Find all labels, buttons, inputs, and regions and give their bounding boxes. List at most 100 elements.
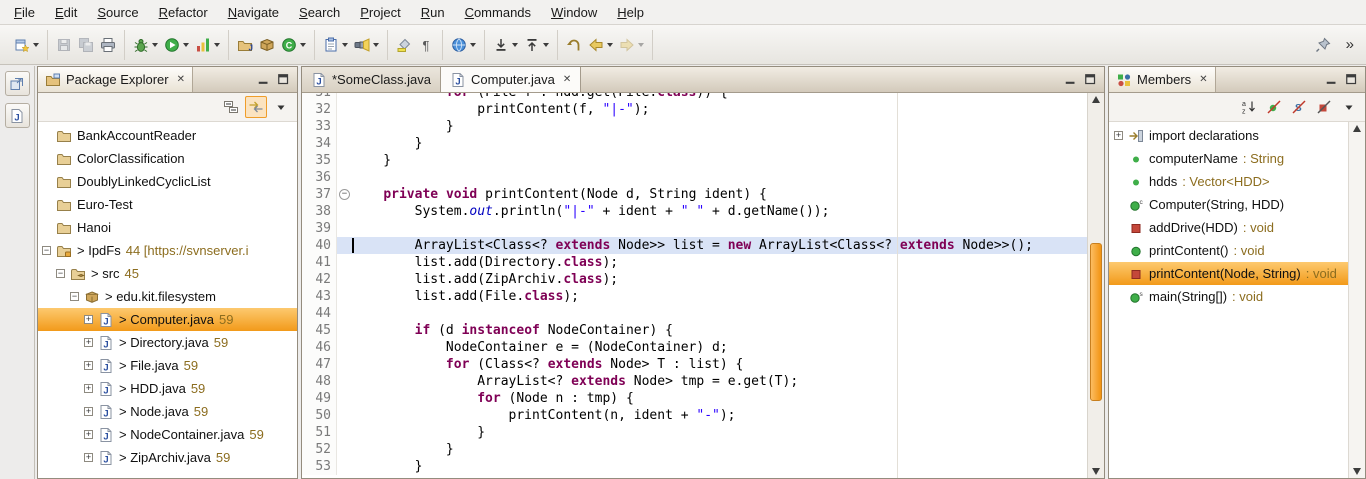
tree-item-doublylinkedcycliclist[interactable]: DoublyLinkedCyclicList <box>38 170 297 193</box>
tree-item-computer-java[interactable]: +J> Computer.java59 <box>38 308 297 331</box>
expand-icon[interactable]: + <box>1114 131 1123 140</box>
code-line-48[interactable]: 48 ArrayList<? extends Node> tmp = e.get… <box>302 373 1087 390</box>
last-edit-location-button[interactable] <box>563 34 585 56</box>
code-line-44[interactable]: 44 <box>302 305 1087 322</box>
member-item-hdds[interactable]: hdds : Vector<HDD> <box>1109 170 1348 193</box>
open-task-dropdown-icon[interactable] <box>342 43 348 47</box>
close-icon[interactable]: ✕ <box>174 74 185 85</box>
member-item-main-string[interactable]: smain(String[]) : void <box>1109 285 1348 308</box>
open-task-button[interactable] <box>320 34 351 56</box>
tree-item-ipdfs[interactable]: −> IpdFs44 [https://svnserver.i <box>38 239 297 262</box>
close-icon[interactable]: ✕ <box>560 74 571 85</box>
code-line-43[interactable]: 43 list.add(File.class); <box>302 288 1087 305</box>
fold-collapse-icon[interactable]: − <box>339 189 350 200</box>
new-class-button[interactable]: C <box>278 34 309 56</box>
code-line-46[interactable]: 46 NodeContainer e = (NodeContainer) d; <box>302 339 1087 356</box>
minimize-icon[interactable] <box>255 71 273 89</box>
expand-icon[interactable]: + <box>84 384 93 393</box>
menu-search[interactable]: Search <box>289 2 350 23</box>
close-icon[interactable]: ✕ <box>1196 74 1207 85</box>
view-menu-button[interactable] <box>270 96 292 118</box>
minimize-icon[interactable] <box>1323 71 1341 89</box>
toggle-mark-occurrences-button[interactable] <box>393 34 415 56</box>
tree-item-euro-test[interactable]: Euro-Test <box>38 193 297 216</box>
members-tab[interactable]: Members ✕ <box>1109 67 1216 92</box>
tree-item-colorclassification[interactable]: ColorClassification <box>38 147 297 170</box>
code-line-31[interactable]: 31 for (File f : hdd.get(File.class)) { <box>302 93 1087 101</box>
code-line-41[interactable]: 41 list.add(Directory.class); <box>302 254 1087 271</box>
scroll-down-icon[interactable] <box>1353 468 1361 475</box>
tree-item-ziparchiv-java[interactable]: +J> ZipArchiv.java59 <box>38 446 297 469</box>
code-line-40[interactable]: 40 ArrayList<Class<? extends Node>> list… <box>302 237 1087 254</box>
maximize-icon[interactable] <box>1082 71 1100 89</box>
debug-button[interactable] <box>130 34 161 56</box>
run-dropdown-icon[interactable] <box>183 43 189 47</box>
menu-file[interactable]: File <box>4 2 45 23</box>
restore-views-button[interactable] <box>5 71 30 96</box>
code-line-52[interactable]: 52 } <box>302 441 1087 458</box>
show-whitespace-button[interactable]: ¶ <box>415 34 437 56</box>
members-scrollbar[interactable] <box>1348 122 1365 478</box>
menu-project[interactable]: Project <box>350 2 410 23</box>
next-annotation-button[interactable] <box>490 34 521 56</box>
member-item-computer-string-hdd[interactable]: cComputer(String, HDD) <box>1109 193 1348 216</box>
menu-commands[interactable]: Commands <box>455 2 541 23</box>
hide-static-button[interactable]: S <box>1288 96 1310 118</box>
member-item-printcontent-node-string[interactable]: printContent(Node, String) : void <box>1109 262 1348 285</box>
maximize-icon[interactable] <box>1343 71 1361 89</box>
java-editor-button[interactable]: J <box>5 103 30 128</box>
new-wizard-dropdown-icon[interactable] <box>33 43 39 47</box>
debug-dropdown-icon[interactable] <box>152 43 158 47</box>
view-menu-button[interactable] <box>1338 96 1360 118</box>
tree-item-file-java[interactable]: +J> File.java59 <box>38 354 297 377</box>
code-line-51[interactable]: 51 } <box>302 424 1087 441</box>
hide-fields-button[interactable] <box>1263 96 1285 118</box>
package-explorer-tab[interactable]: Package Explorer ✕ <box>38 67 193 92</box>
menu-run[interactable]: Run <box>411 2 455 23</box>
new-class-dropdown-icon[interactable] <box>300 43 306 47</box>
search-dropdown-icon[interactable] <box>373 43 379 47</box>
print-button[interactable] <box>97 34 119 56</box>
scroll-up-icon[interactable] <box>1353 125 1361 132</box>
expand-icon[interactable]: + <box>84 430 93 439</box>
new-java-project-button[interactable]: J <box>234 34 256 56</box>
expand-icon[interactable]: + <box>84 453 93 462</box>
scrollbar-thumb[interactable] <box>1090 243 1102 401</box>
menu-source[interactable]: Source <box>87 2 148 23</box>
collapse-icon[interactable]: − <box>42 246 51 255</box>
code-line-39[interactable]: 39 <box>302 220 1087 237</box>
back-button[interactable] <box>585 34 616 56</box>
tree-item-directory-java[interactable]: +J> Directory.java59 <box>38 331 297 354</box>
code-line-35[interactable]: 35 } <box>302 152 1087 169</box>
coverage-dropdown-icon[interactable] <box>214 43 220 47</box>
new-package-button[interactable] <box>256 34 278 56</box>
expand-icon[interactable]: + <box>84 315 93 324</box>
code-line-47[interactable]: 47 for (Class<? extends Node> T : list) … <box>302 356 1087 373</box>
coverage-button[interactable] <box>192 34 223 56</box>
tree-item-hdd-java[interactable]: +J> HDD.java59 <box>38 377 297 400</box>
expand-icon[interactable]: + <box>84 361 93 370</box>
editor-tab-someclass-java[interactable]: J*SomeClass.java <box>302 67 441 92</box>
collapse-all-button[interactable] <box>220 96 242 118</box>
menu-window[interactable]: Window <box>541 2 607 23</box>
tree-item-nodecontainer-java[interactable]: +J> NodeContainer.java59 <box>38 423 297 446</box>
scroll-up-icon[interactable] <box>1092 96 1100 103</box>
forward-dropdown-icon[interactable] <box>638 43 644 47</box>
code-line-36[interactable]: 36 <box>302 169 1087 186</box>
hide-non-public-button[interactable] <box>1313 96 1335 118</box>
member-item-computername[interactable]: computerName : String <box>1109 147 1348 170</box>
previous-annotation-button[interactable] <box>521 34 552 56</box>
member-item-printcontent[interactable]: printContent() : void <box>1109 239 1348 262</box>
member-item-adddrive-hdd[interactable]: addDrive(HDD) : void <box>1109 216 1348 239</box>
back-dropdown-icon[interactable] <box>607 43 613 47</box>
run-button[interactable] <box>161 34 192 56</box>
tree-item-src[interactable]: −> src45 <box>38 262 297 285</box>
code-line-38[interactable]: 38 System.out.println("|-" + ident + " "… <box>302 203 1087 220</box>
member-item-import-declarations[interactable]: +import declarations <box>1109 124 1348 147</box>
new-wizard-button[interactable] <box>11 34 42 56</box>
minimize-icon[interactable] <box>1062 71 1080 89</box>
code-line-34[interactable]: 34 } <box>302 135 1087 152</box>
code-line-33[interactable]: 33 } <box>302 118 1087 135</box>
editor-body[interactable]: 31 for (File f : hdd.get(File.class)) { 3… <box>302 93 1104 478</box>
web-browser-dropdown-icon[interactable] <box>470 43 476 47</box>
